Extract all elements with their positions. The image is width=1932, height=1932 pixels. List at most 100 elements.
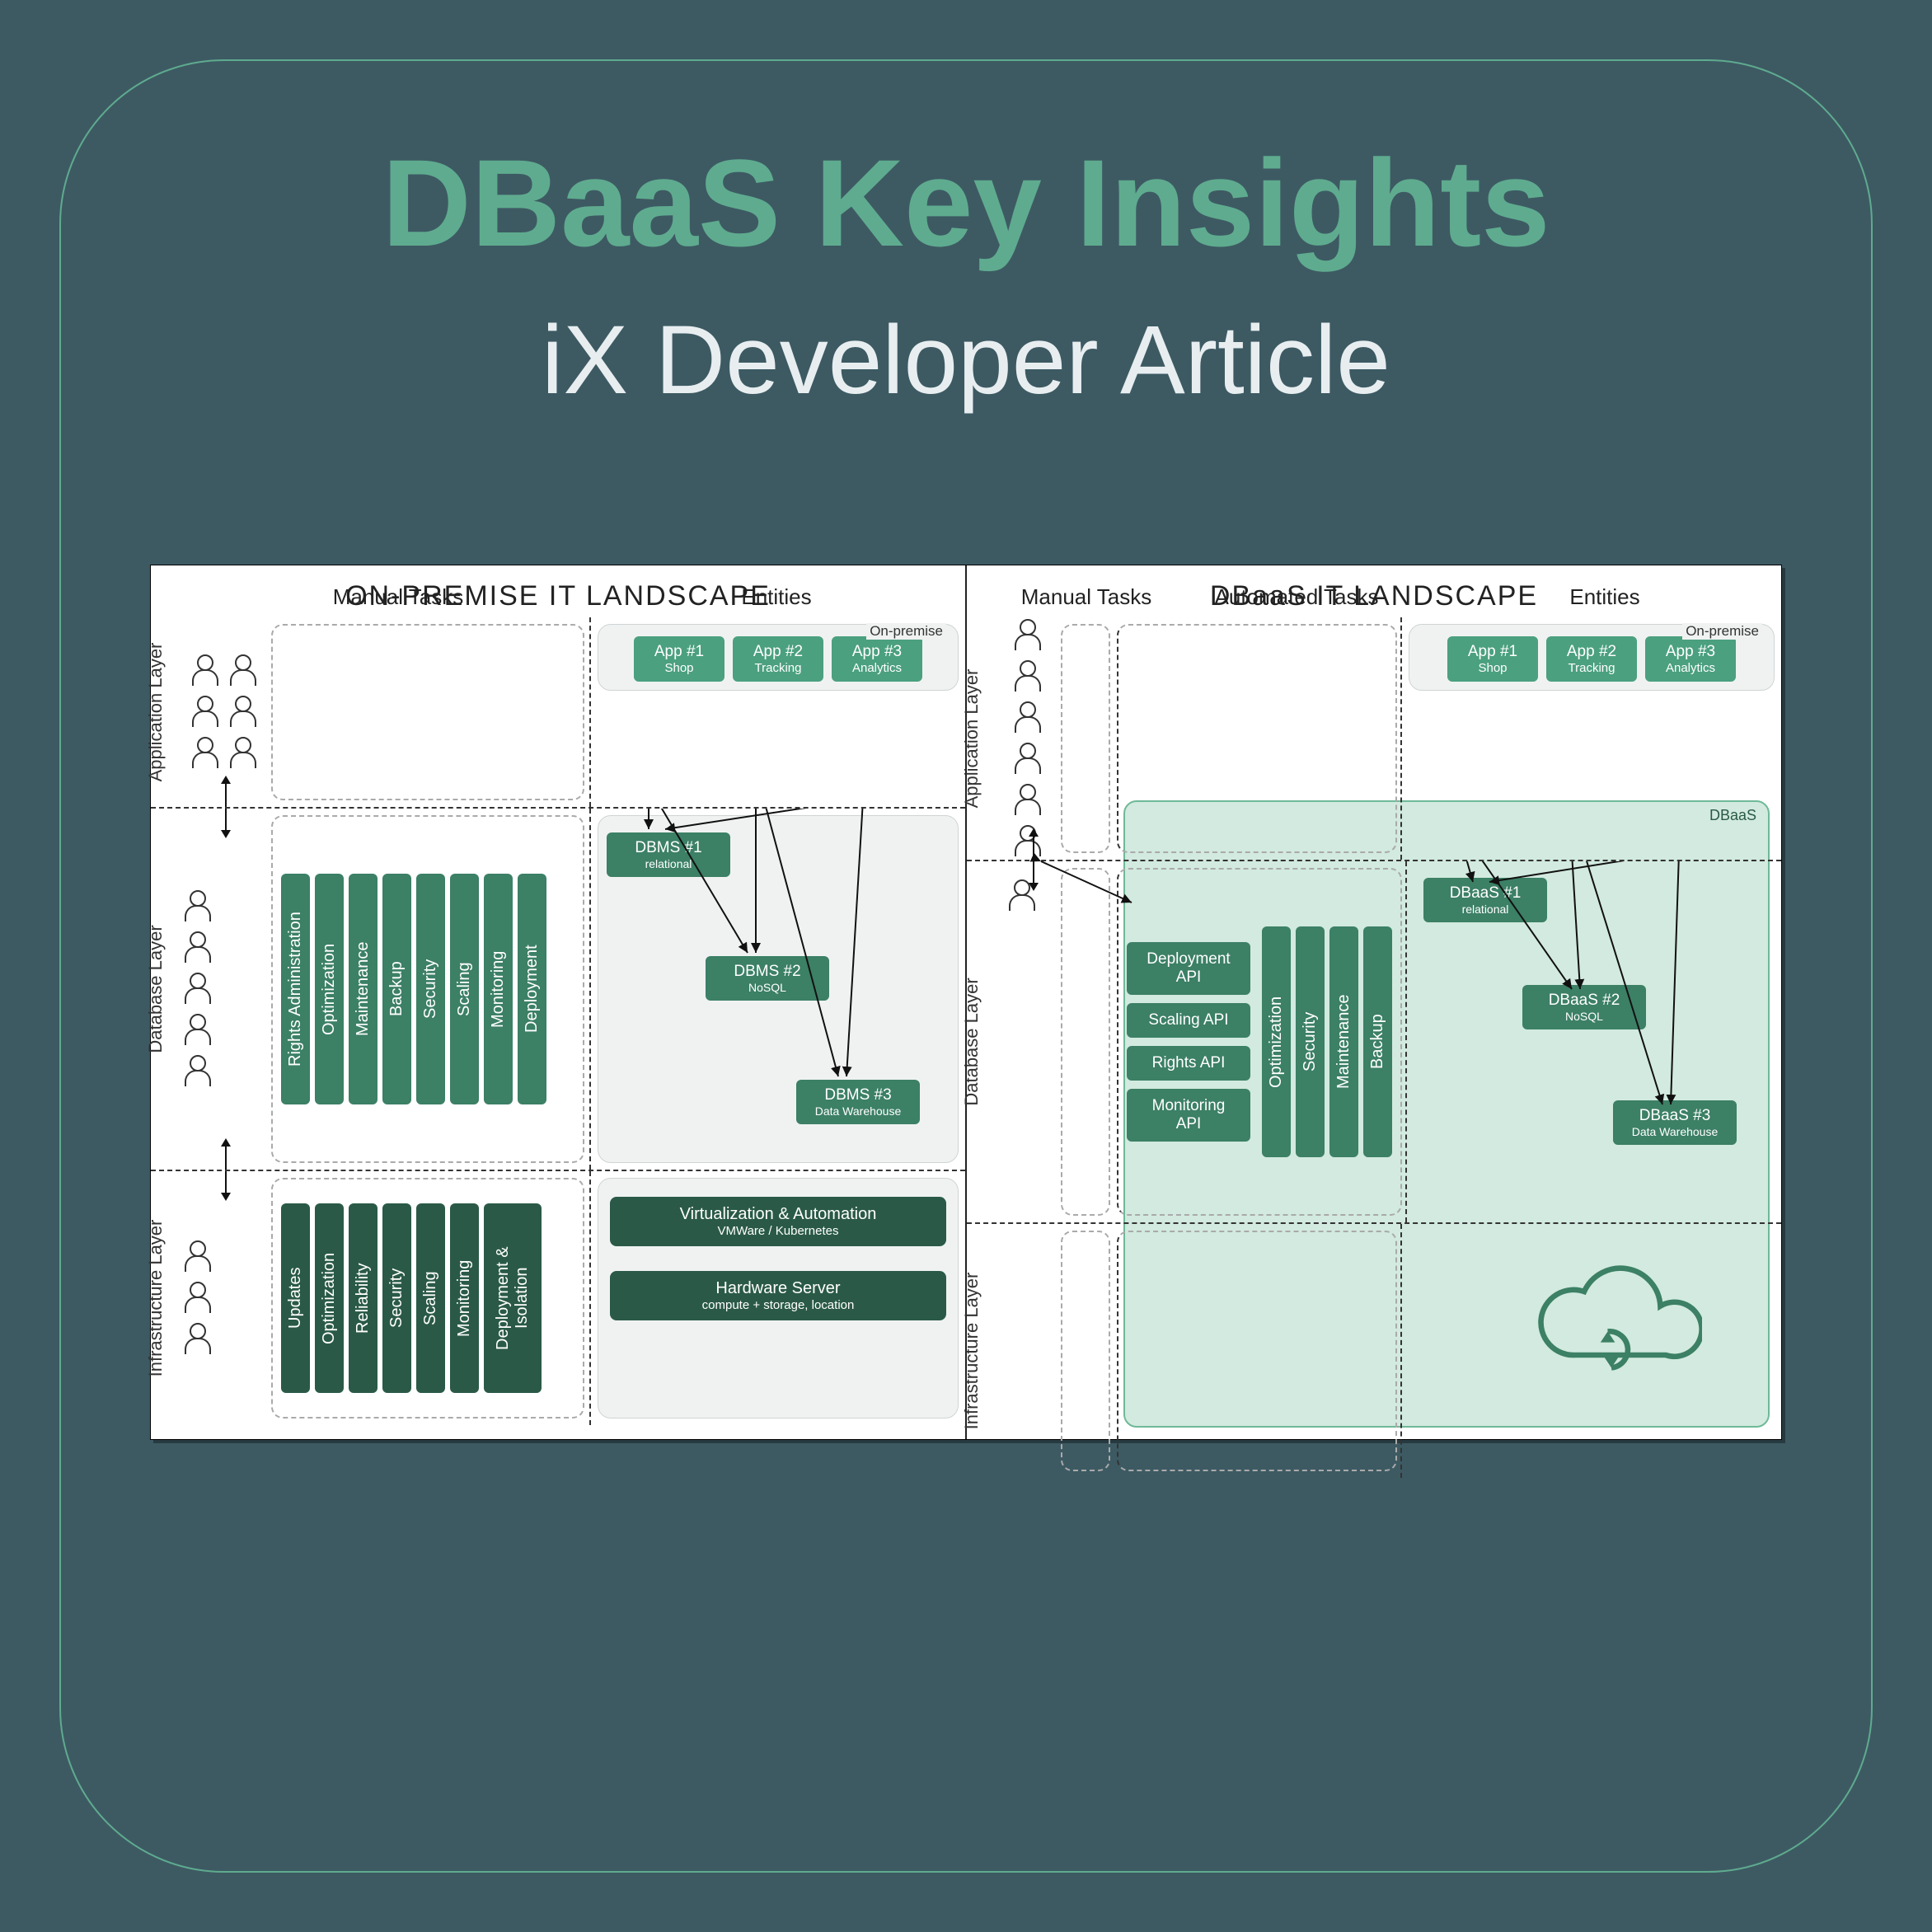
people-app xyxy=(151,617,266,807)
infra-box: Virtualization & AutomationVMWare / Kube… xyxy=(610,1197,946,1246)
task-pill: Deployment xyxy=(518,874,546,1104)
person-icon xyxy=(182,1280,213,1316)
task-pill: Monitoring xyxy=(484,874,513,1104)
person-icon xyxy=(182,1012,213,1048)
app-sub: Analytics xyxy=(832,661,922,675)
app-box: App #2Tracking xyxy=(733,636,823,682)
person-icon xyxy=(182,971,213,1007)
db-entity-group: DBMS #1relational DBMS #2NoSQL DBMS #3Da… xyxy=(598,815,959,1163)
auto-db-r: Deployment API Scaling API Rights API Mo… xyxy=(1117,868,1402,1216)
subtitle: iX Developer Article xyxy=(542,304,1390,416)
task-pill: Optimization xyxy=(315,874,344,1104)
person-icon xyxy=(227,735,259,771)
dbaas-box: DBaaS #1relational xyxy=(1423,878,1547,922)
app-name: App #1 xyxy=(1447,643,1538,661)
person-icon xyxy=(1012,617,1043,654)
person-icon xyxy=(182,1321,213,1358)
card: DBaaS Key Insights iX Developer Article … xyxy=(59,59,1873,1873)
infra-name: Hardware Server xyxy=(610,1279,946,1298)
manual-empty-infra-r xyxy=(1061,1231,1110,1471)
app-sub: Tracking xyxy=(733,661,823,675)
dbaas-name: DBaaS #1 xyxy=(1433,884,1537,903)
dbms-name: DBMS #1 xyxy=(617,839,720,857)
dbaas-box: DBaaS #2NoSQL xyxy=(1522,985,1646,1029)
app-name: App #3 xyxy=(832,643,922,661)
onprem-tag: On-premise xyxy=(866,623,946,640)
dbaas-app-group: On-premise App #1Shop App #2Tracking App… xyxy=(1409,624,1775,691)
api-box: Monitoring API xyxy=(1127,1089,1250,1142)
app-box: App #3Analytics xyxy=(832,636,922,682)
task-pill: Optimization xyxy=(1262,926,1291,1157)
person-icon xyxy=(190,653,221,689)
person-icon xyxy=(1012,659,1043,695)
api-box: Deployment API xyxy=(1127,942,1250,995)
manual-tasks-app-empty xyxy=(271,624,584,800)
person-icon xyxy=(190,694,221,730)
infra-sub: compute + storage, location xyxy=(610,1298,946,1312)
person-icon xyxy=(182,1239,213,1275)
person-icon xyxy=(227,694,259,730)
infra-name: Virtualization & Automation xyxy=(610,1205,946,1224)
person-icon xyxy=(182,930,213,966)
entities-infra-r xyxy=(1400,1224,1781,1478)
entities-infra: Virtualization & AutomationVMWare / Kube… xyxy=(589,1171,965,1425)
api-stack: Deployment API Scaling API Rights API Mo… xyxy=(1118,870,1259,1214)
manual-empty-app-r xyxy=(1061,624,1110,853)
col-entities: Entities xyxy=(596,584,957,610)
dbaas-col-labels: Manual Tasks Automated Tasks Entities xyxy=(1016,584,1773,610)
entities-db: DBMS #1relational DBMS #2NoSQL DBMS #3Da… xyxy=(589,809,965,1170)
auto-pills: Optimization Security Maintenance Backup xyxy=(1259,870,1400,1214)
app-box: App #3Analytics xyxy=(1645,636,1736,682)
task-pill: Maintenance xyxy=(1329,926,1358,1157)
app-box: App #1Shop xyxy=(1447,636,1538,682)
onprem-app-layer: Application Layer Manual Tasks Entities xyxy=(151,617,965,807)
task-pill: Security xyxy=(382,1203,411,1393)
col-auto: Automated Tasks xyxy=(1156,584,1437,610)
app-sub: Tracking xyxy=(1546,661,1637,675)
dbaas-sub: relational xyxy=(1433,903,1537,916)
app-sub: Analytics xyxy=(1645,661,1736,675)
task-pill: Scaling xyxy=(450,874,479,1104)
dbaas-infra-layer: Infrastructure Layer xyxy=(967,1222,1781,1478)
person-icon xyxy=(182,1053,213,1090)
person-icon xyxy=(190,735,221,771)
people-infra xyxy=(151,1171,266,1425)
person-icon xyxy=(1012,700,1043,736)
dbaas-box: DBaaS #3Data Warehouse xyxy=(1613,1100,1737,1145)
task-pill: Backup xyxy=(1363,926,1392,1157)
people-db xyxy=(151,809,266,1170)
person-icon xyxy=(1006,878,1038,914)
auto-empty-app-r xyxy=(1117,624,1397,853)
task-pill: Monitoring xyxy=(450,1203,479,1393)
manual-empty-db-r xyxy=(1061,868,1110,1216)
task-pill: Scaling xyxy=(416,1203,445,1393)
title: DBaaS Key Insights xyxy=(382,135,1550,271)
infra-sub: VMWare / Kubernetes xyxy=(610,1224,946,1238)
app-name: App #3 xyxy=(1645,643,1736,661)
app-sub: Shop xyxy=(1447,661,1538,675)
person-icon xyxy=(1012,782,1043,818)
dbaas-app-layer: Application Layer Manual Tasks Automated… xyxy=(967,617,1781,860)
onprem-app-group: On-premise App #1Shop App #2Tracking App… xyxy=(598,624,959,691)
dbms-sub: Data Warehouse xyxy=(806,1104,910,1118)
app-name: App #1 xyxy=(634,643,724,661)
db-tasks: Rights Administration Optimization Maint… xyxy=(271,815,584,1163)
dbms-name: DBMS #3 xyxy=(806,1086,910,1104)
col-manual: Manual Tasks xyxy=(1016,584,1156,610)
task-pill: Updates xyxy=(281,1203,310,1393)
infra-tasks: Updates Optimization Reliability Securit… xyxy=(271,1178,584,1419)
entities-app: On-premise App #1Shop App #2Tracking App… xyxy=(589,617,965,807)
app-box: App #1Shop xyxy=(634,636,724,682)
app-sub: Shop xyxy=(634,661,724,675)
dbaas-sub: NoSQL xyxy=(1532,1010,1636,1023)
api-box: Rights API xyxy=(1127,1046,1250,1081)
app-box: App #2Tracking xyxy=(1546,636,1637,682)
dbms-box: DBMS #1relational xyxy=(607,832,730,877)
task-pill: Reliability xyxy=(349,1203,377,1393)
panel-onprem: ON-PREMISE IT LANDSCAPE Application Laye… xyxy=(151,565,965,1439)
task-pill: Deployment & Isolation xyxy=(484,1203,542,1393)
api-box: Scaling API xyxy=(1127,1003,1250,1038)
task-pill: Security xyxy=(1296,926,1325,1157)
infra-box: Hardware Servercompute + storage, locati… xyxy=(610,1271,946,1320)
onprem-tag-r: On-premise xyxy=(1682,623,1762,640)
